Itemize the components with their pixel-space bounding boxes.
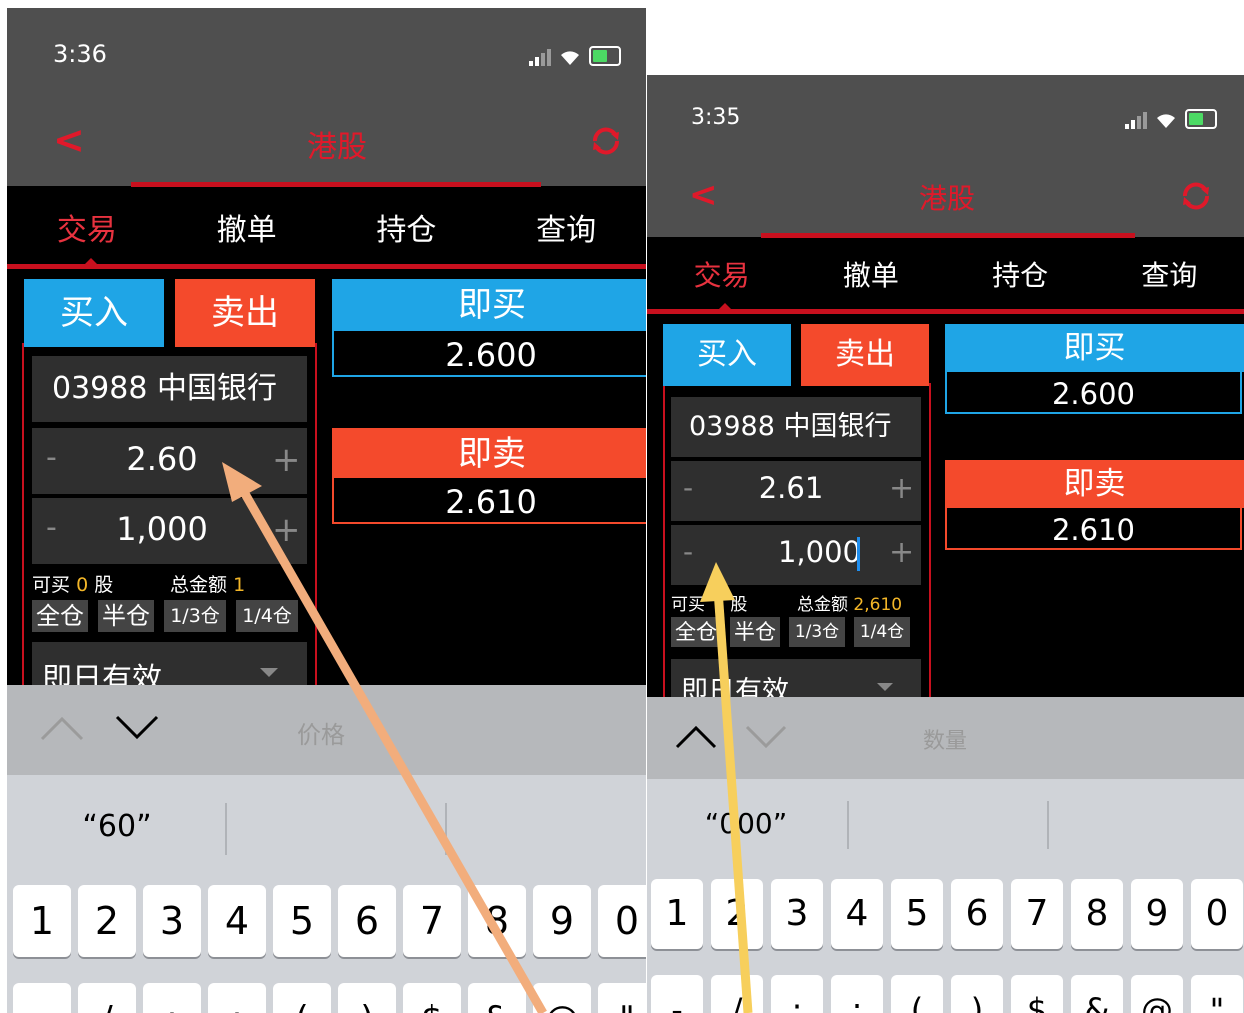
orange-arrow-head [222,462,262,502]
yellow-arrow-shaft [713,589,753,1013]
orange-arrow-shaft [236,482,547,1013]
yellow-arrow-head [700,562,735,602]
annotation-arrows [222,462,753,1013]
